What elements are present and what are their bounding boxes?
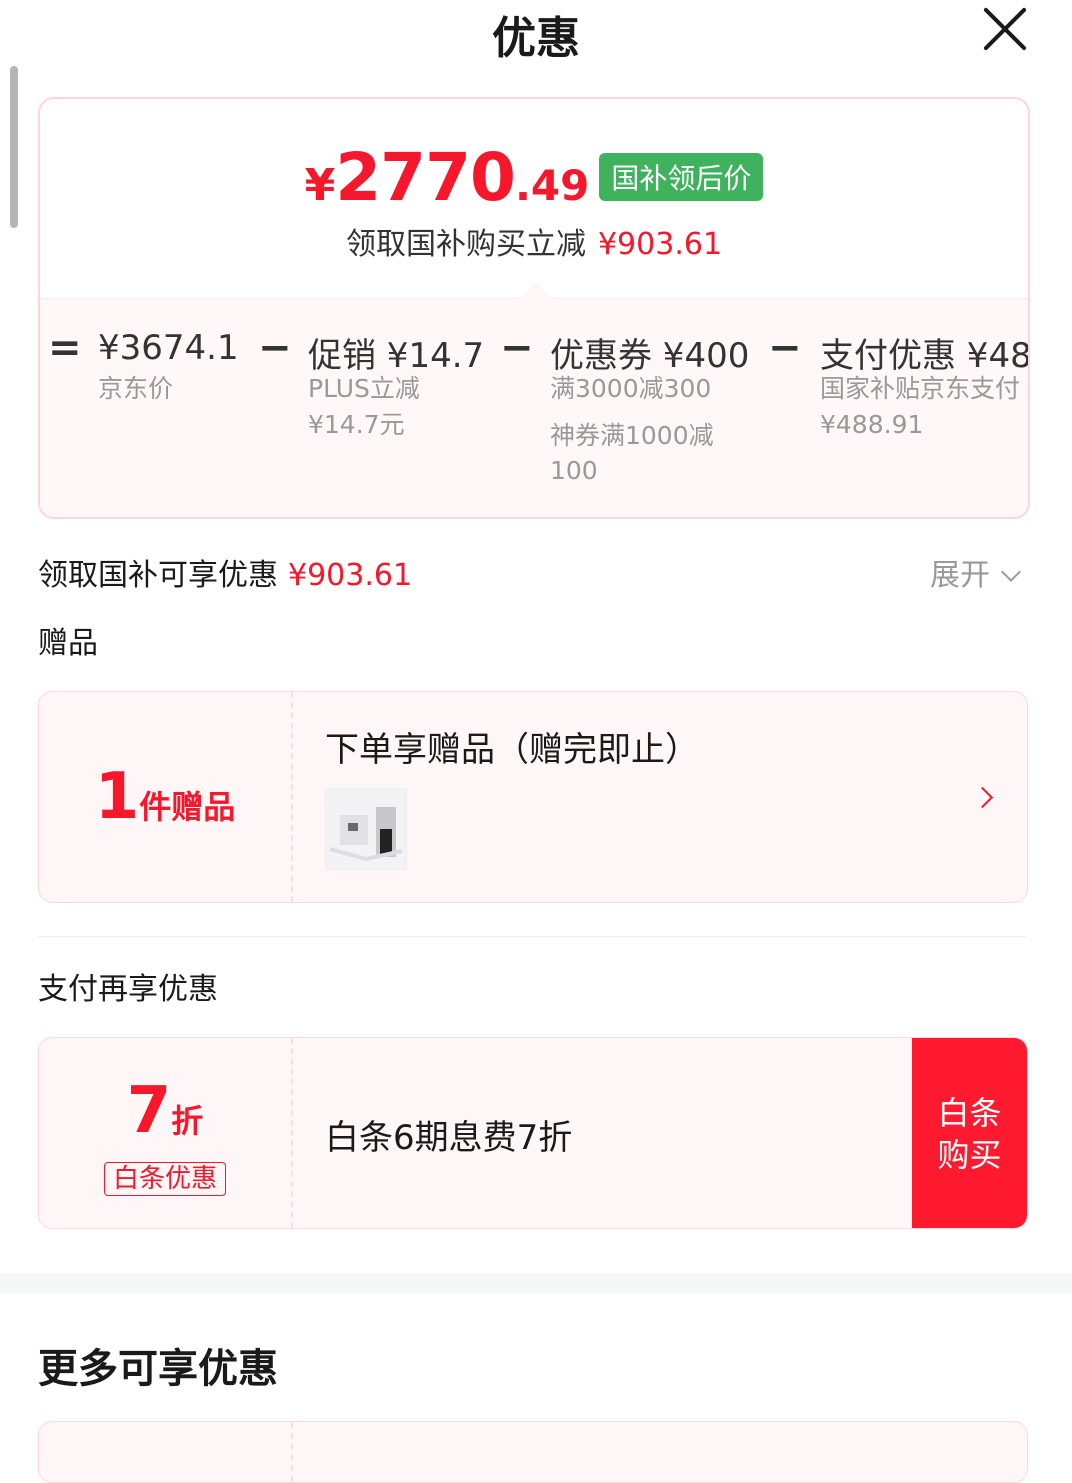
gift-heading: 赠品 bbox=[38, 626, 98, 661]
card-divider bbox=[291, 1038, 293, 1228]
breakdown-payment-sub: ¥488.91 bbox=[820, 410, 924, 439]
card-divider bbox=[291, 1422, 293, 1482]
breakdown-payment: 支付优惠 ¥488 bbox=[820, 336, 1030, 376]
payment-offer-card[interactable]: 7折 白条优惠 白条6期息费7折 白条 购买 bbox=[38, 1037, 1028, 1229]
breakdown-payment-sub: 国家补贴京东支付 bbox=[820, 374, 1021, 403]
section-separator bbox=[0, 1273, 1072, 1293]
button-line-2: 购买 bbox=[937, 1136, 1002, 1174]
payment-heading: 支付再享优惠 bbox=[38, 972, 218, 1007]
breakdown-coupon-sub: 神券满1000减 bbox=[550, 421, 714, 450]
minus-operator: − bbox=[768, 325, 802, 371]
breakdown-jd-price: ¥3674.1 bbox=[98, 328, 239, 368]
final-price: ¥2770.49 bbox=[305, 139, 590, 216]
saving-value: ¥903.61 bbox=[597, 227, 723, 262]
gift-count-area: 1件赠品 bbox=[39, 692, 291, 902]
button-line-1: 白条 bbox=[937, 1094, 1002, 1132]
card-divider bbox=[291, 692, 293, 902]
breakdown-promotion: 促销 ¥14.7 bbox=[308, 336, 485, 376]
breakdown-promotion-sub: PLUS立减 bbox=[308, 374, 420, 403]
subsidy-price-badge: 国补领后价 bbox=[599, 153, 764, 201]
more-offer-card[interactable] bbox=[38, 1421, 1028, 1483]
discount-area: 7折 白条优惠 bbox=[39, 1038, 291, 1228]
price-line: ¥2770.49 国补领后价 bbox=[40, 139, 1028, 216]
gift-count-unit: 件赠品 bbox=[139, 788, 236, 826]
baitiao-buy-label: 白条 购买 bbox=[912, 1092, 1027, 1176]
price-breakdown[interactable]: = ¥3674.1 京东价 − 促销 ¥14.7 PLUS立减 ¥14.7元 −… bbox=[40, 299, 1028, 517]
close-icon[interactable] bbox=[982, 6, 1028, 52]
scrollbar[interactable] bbox=[10, 66, 18, 228]
minus-operator: − bbox=[258, 325, 292, 371]
chevron-down-icon bbox=[1001, 562, 1021, 582]
subsidy-label: 领取国补可享优惠 bbox=[38, 558, 278, 593]
breakdown-jd-price-label: 京东价 bbox=[98, 374, 174, 403]
discount-number: 7 bbox=[126, 1074, 172, 1148]
page-title: 优惠 bbox=[492, 13, 580, 64]
price-decimal: .49 bbox=[514, 161, 590, 210]
gift-thumbnail[interactable] bbox=[325, 788, 407, 870]
equals-operator: = bbox=[48, 325, 82, 371]
breakdown-promotion-sub: ¥14.7元 bbox=[308, 410, 405, 439]
price-integer: 2770 bbox=[335, 139, 516, 216]
more-offers-heading: 更多可享优惠 bbox=[38, 1346, 278, 1392]
minus-operator: − bbox=[500, 325, 534, 371]
expand-label: 展开 bbox=[930, 558, 990, 593]
price-currency: ¥ bbox=[304, 160, 336, 211]
chevron-right-icon[interactable] bbox=[971, 786, 994, 809]
gift-count: 1 bbox=[94, 760, 140, 834]
subsidy-value: ¥903.61 bbox=[288, 558, 413, 593]
saving-line: 领取国补购买立减 ¥903.61 bbox=[40, 219, 1028, 263]
breakdown-coupon-sub: 满3000减300 bbox=[550, 374, 712, 403]
gift-card[interactable]: 1件赠品 下单享赠品（赠完即止） bbox=[38, 691, 1028, 903]
baitiao-buy-button[interactable]: 白条 购买 bbox=[912, 1038, 1027, 1228]
breakdown-coupon-sub: 100 bbox=[550, 456, 598, 485]
discount-unit: 折 bbox=[171, 1102, 204, 1140]
price-summary-card: ¥2770.49 国补领后价 领取国补购买立减 ¥903.61 = ¥3674.1 … bbox=[38, 97, 1030, 519]
baitiao-tag: 白条优惠 bbox=[103, 1162, 226, 1196]
section-divider bbox=[38, 936, 1026, 937]
subsidy-row: 领取国补可享优惠 ¥903.61 bbox=[38, 550, 412, 594]
payment-offer-desc: 白条6期息费7折 bbox=[325, 1118, 573, 1158]
gift-title: 下单享赠品（赠完即止） bbox=[325, 730, 699, 770]
gift-image bbox=[326, 789, 406, 869]
breakdown-coupon: 优惠券 ¥400 bbox=[550, 336, 750, 376]
breakdown-pointer bbox=[520, 281, 552, 299]
saving-label: 领取国补购买立减 bbox=[345, 227, 586, 262]
expand-button[interactable]: 展开 bbox=[930, 550, 1021, 594]
